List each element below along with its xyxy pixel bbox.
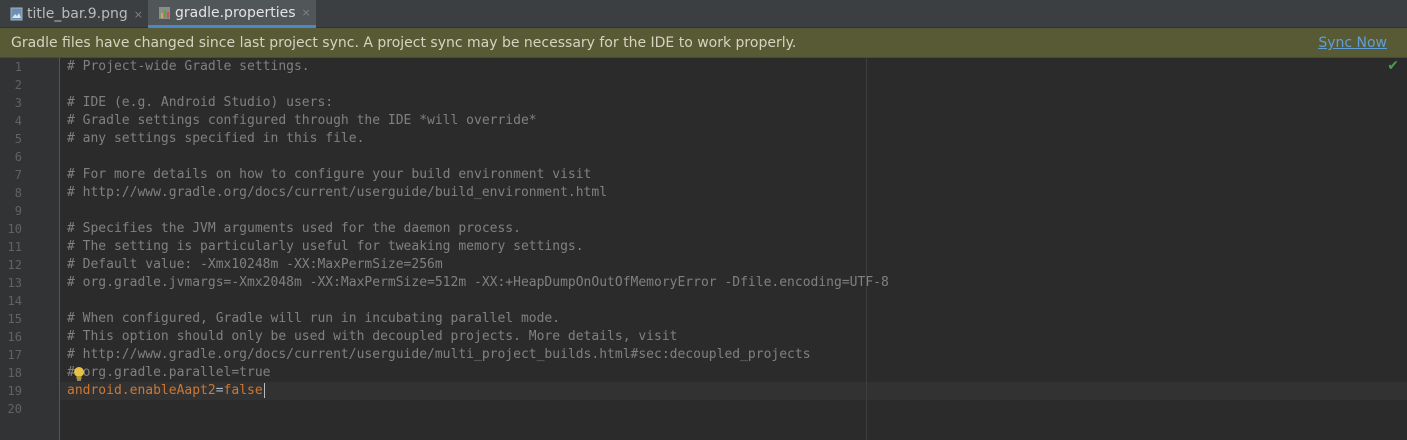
line-number: 1 [14,60,22,74]
code-line-16: # This option should only be used with d… [67,329,678,344]
line-number: 17 [7,348,22,362]
line-number: 2 [14,78,22,92]
line-number: 16 [7,330,22,344]
code-line-17: # http://www.gradle.org/docs/current/use… [67,347,811,362]
image-file-icon [10,7,23,21]
code-line-1: # Project-wide Gradle settings. [67,59,310,74]
property-key: android.enableAapt2 [67,383,216,398]
code-line-8: # http://www.gradle.org/docs/current/use… [67,185,608,200]
line-number: 5 [14,132,22,146]
line-number: 15 [7,312,22,326]
lightbulb-icon[interactable] [72,366,86,382]
property-value: false [223,383,263,398]
line-number: 8 [14,186,22,200]
code-line-7: # For more details on how to configure y… [67,167,592,182]
banner-message: Gradle files have changed since last pro… [11,35,797,51]
line-number: 4 [14,114,22,128]
line-number: 10 [7,222,22,236]
gradle-properties-icon [159,6,170,19]
editor-tab-bar: title_bar.9.png × gradle.properties × [0,0,1407,28]
tab-label: title_bar.9.png [27,6,128,22]
text-caret [263,383,265,398]
line-number: 18 [7,366,22,380]
line-number: 14 [7,294,22,308]
code-line-12: # Default value: -Xmx10248m -XX:MaxPermS… [67,257,443,272]
line-number: 3 [14,96,22,110]
code-editor[interactable]: 1 2 3 4 5 6 7 8 9 10 11 12 13 14 15 16 17 18 19 20 # Projec… [0,58,1407,440]
code-line-19: android.enableAapt2=false [67,382,265,400]
tab-title-bar-png[interactable]: title_bar.9.png × [0,0,148,28]
gradle-sync-banner: Gradle files have changed since last pro… [0,28,1407,58]
line-number-gutter: 1 2 3 4 5 6 7 8 9 10 11 12 13 14 15 16 17 18 19 20 [0,58,60,440]
line-number: 19 [7,384,22,398]
close-icon[interactable]: × [134,8,143,21]
tab-gradle-properties[interactable]: gradle.properties × [148,0,316,28]
property-separator: = [215,383,224,398]
code-line-13: # org.gradle.jvmargs=-Xmx2048m -XX:MaxPe… [67,275,889,290]
tab-label: gradle.properties [175,4,296,21]
code-line-15: # When configured, Gradle will run in in… [67,311,561,326]
right-margin-guide [866,58,867,440]
line-number: 11 [7,240,22,254]
code-line-5: # any settings specified in this file. [67,131,365,146]
code-line-3: # IDE (e.g. Android Studio) users: [67,95,334,110]
line-number: 6 [14,150,22,164]
code-line-18: # org.gradle.parallel=true [67,365,271,380]
line-number: 20 [7,402,22,416]
close-icon[interactable]: × [302,6,311,19]
line-number: 9 [14,204,22,218]
line-number: 7 [14,168,22,182]
line-number: 13 [7,276,22,290]
sync-now-link[interactable]: Sync Now [1318,35,1387,51]
code-line-4: # Gradle settings configured through the… [67,113,537,128]
check-icon: ✔ [1387,58,1399,74]
code-line-11: # The setting is particularly useful for… [67,239,584,254]
line-number: 12 [7,258,22,272]
code-line-10: # Specifies the JVM arguments used for t… [67,221,521,236]
